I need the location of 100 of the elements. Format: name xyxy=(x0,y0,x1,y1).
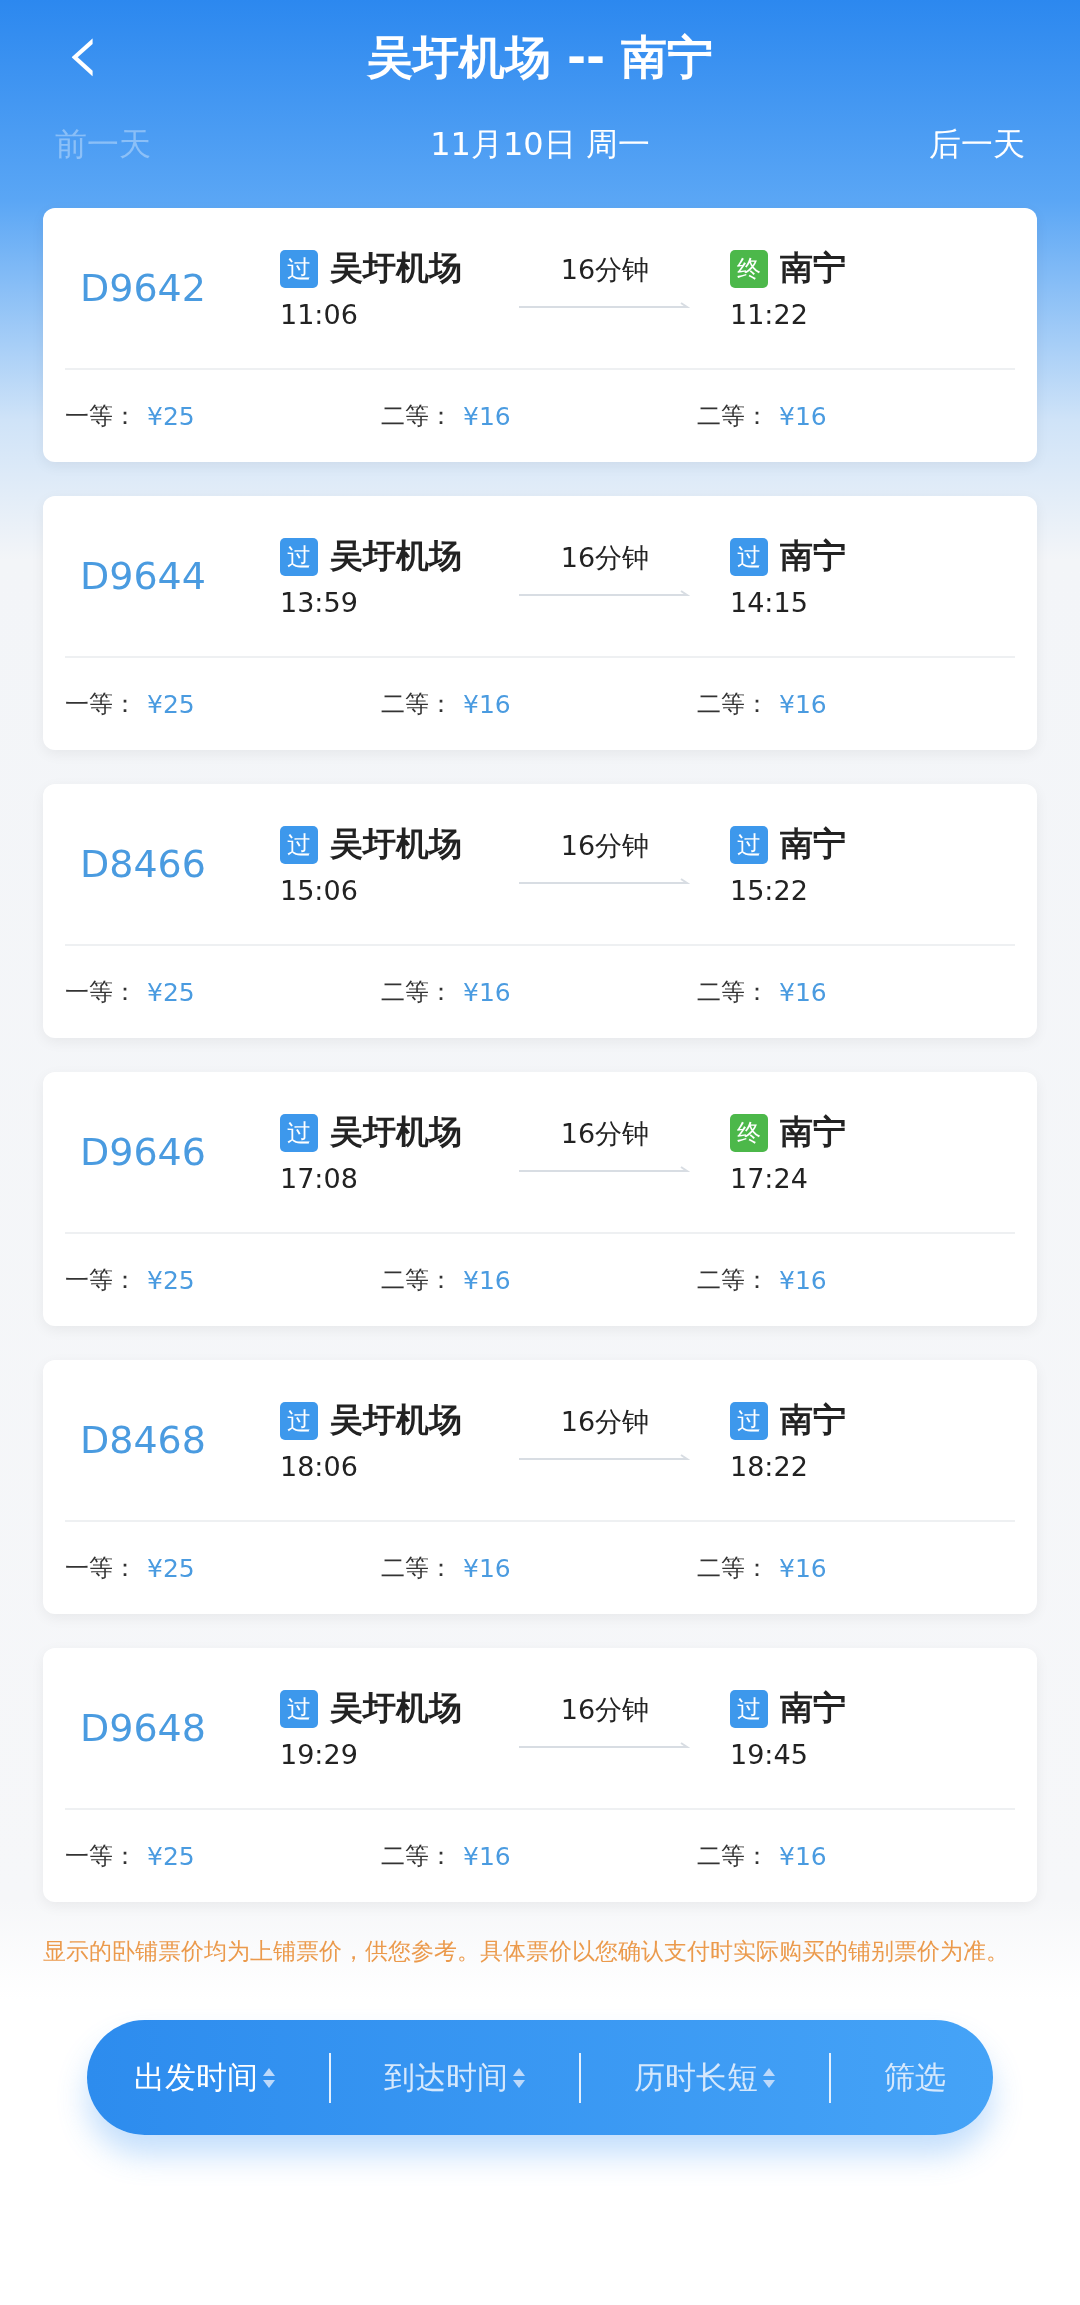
seat-class: 二等： xyxy=(381,401,453,432)
seat-class: 一等： xyxy=(65,401,137,432)
departure-time: 18:06 xyxy=(280,1451,359,1482)
ticket-price: ¥16 xyxy=(779,977,827,1007)
seat-class: 二等： xyxy=(697,1553,769,1584)
seat-class: 一等： xyxy=(65,1265,137,1296)
train-card[interactable]: D9646 过 吴圩机场 17:08 16分钟 终 南宁 17:24 一等： ¥25 二等： ¥16 二等： ¥16 xyxy=(43,1072,1037,1326)
train-card[interactable]: D9644 过 吴圩机场 13:59 16分钟 过 南宁 14:15 一等： ¥25 二等： ¥16 二等： ¥16 xyxy=(43,496,1037,750)
sort-option[interactable]: 历时长短 xyxy=(634,2056,777,2099)
arrival-time: 15:22 xyxy=(730,875,809,906)
seat-class: 一等： xyxy=(65,689,137,720)
departure-time: 15:06 xyxy=(280,875,359,906)
sort-option[interactable]: 出发时间 xyxy=(133,2056,276,2099)
seat-class: 二等： xyxy=(697,1265,769,1296)
stop-tag: 过 xyxy=(280,537,318,576)
sort-option[interactable]: 筛选 xyxy=(884,2056,947,2099)
arrival-time: 11:22 xyxy=(730,299,809,330)
station-name: 吴圩机场 xyxy=(330,1687,462,1729)
stop-tag: 过 xyxy=(280,1689,318,1728)
train-card[interactable]: D9648 过 吴圩机场 19:29 16分钟 过 南宁 19:45 一等： ¥25 二等： ¥16 二等： ¥16 xyxy=(43,1648,1037,1902)
arrival-time: 18:22 xyxy=(730,1451,809,1482)
sort-option[interactable]: 到达时间 xyxy=(383,2056,526,2099)
ticket-price: ¥25 xyxy=(147,1265,195,1295)
ticket-price: ¥16 xyxy=(463,1553,511,1583)
station-name: 南宁 xyxy=(780,1111,846,1153)
ticket-price: ¥25 xyxy=(147,689,195,719)
back-button[interactable]: ‹ xyxy=(65,8,101,98)
stop-tag: 过 xyxy=(280,825,318,864)
train-number: D9648 xyxy=(79,1706,207,1750)
seat-class: 二等： xyxy=(381,1841,453,1872)
ticket-price: ¥25 xyxy=(147,401,195,431)
seat-class: 二等： xyxy=(381,977,453,1008)
sort-icon xyxy=(261,2066,276,2089)
ticket-price: ¥16 xyxy=(463,977,511,1007)
train-card[interactable]: D8466 过 吴圩机场 15:06 16分钟 过 南宁 15:22 一等： ¥25 二等： ¥16 二等： ¥16 xyxy=(43,784,1037,1038)
station-name: 南宁 xyxy=(780,1687,846,1729)
station-name: 吴圩机场 xyxy=(330,535,462,577)
ticket-price: ¥25 xyxy=(147,1553,195,1583)
seat-class: 二等： xyxy=(381,1553,453,1584)
train-number: D8468 xyxy=(79,1418,207,1462)
price-note: 显示的卧铺票价均为上铺票价，供您参考。具体票价以您确认支付时实际购买的铺别票价为准。 xyxy=(43,1937,1010,1966)
ticket-price: ¥16 xyxy=(463,401,511,431)
stop-tag: 过 xyxy=(730,1401,768,1440)
train-number: D9644 xyxy=(79,554,207,598)
station-name: 南宁 xyxy=(780,1399,846,1441)
sort-icon xyxy=(511,2066,526,2089)
stop-tag: 终 xyxy=(730,249,768,288)
ticket-price: ¥16 xyxy=(463,1265,511,1295)
arrival-time: 14:15 xyxy=(730,587,809,618)
train-number: D9646 xyxy=(79,1130,207,1174)
station-name: 吴圩机场 xyxy=(330,823,462,865)
departure-time: 11:06 xyxy=(280,299,359,330)
train-card[interactable]: D9642 过 吴圩机场 11:06 16分钟 终 南宁 11:22 一等： ¥25 二等： ¥16 二等： ¥16 xyxy=(43,208,1037,462)
route-title: 吴圩机场 -- 南宁 xyxy=(366,28,714,86)
duration-label: 16分钟 xyxy=(560,541,650,575)
seat-class: 二等： xyxy=(697,977,769,1008)
train-card[interactable]: D8468 过 吴圩机场 18:06 16分钟 过 南宁 18:22 一等： ¥25 二等： ¥16 二等： ¥16 xyxy=(43,1360,1037,1614)
duration-label: 16分钟 xyxy=(560,253,650,287)
seat-class: 二等： xyxy=(697,401,769,432)
stop-tag: 过 xyxy=(730,825,768,864)
stop-tag: 过 xyxy=(280,249,318,288)
duration-label: 16分钟 xyxy=(560,1117,650,1151)
seat-class: 二等： xyxy=(381,689,453,720)
seat-class: 一等： xyxy=(65,1841,137,1872)
station-name: 吴圩机场 xyxy=(330,1111,462,1153)
ticket-price: ¥16 xyxy=(463,1841,511,1871)
seat-class: 一等： xyxy=(65,977,137,1008)
ticket-price: ¥16 xyxy=(779,1841,827,1871)
ticket-price: ¥16 xyxy=(463,689,511,719)
seat-class: 二等： xyxy=(381,1265,453,1296)
stop-tag: 过 xyxy=(280,1113,318,1152)
ticket-price: ¥25 xyxy=(147,1841,195,1871)
departure-time: 13:59 xyxy=(280,587,359,618)
duration-label: 16分钟 xyxy=(560,829,650,863)
station-name: 吴圩机场 xyxy=(330,1399,462,1441)
train-number: D9642 xyxy=(79,266,207,310)
seat-class: 一等： xyxy=(65,1553,137,1584)
arrival-time: 17:24 xyxy=(730,1163,809,1194)
seat-class: 二等： xyxy=(697,689,769,720)
station-name: 南宁 xyxy=(780,535,846,577)
arrival-time: 19:45 xyxy=(730,1739,809,1770)
ticket-price: ¥25 xyxy=(147,977,195,1007)
stop-tag: 终 xyxy=(730,1113,768,1152)
duration-label: 16分钟 xyxy=(560,1405,650,1439)
seat-class: 二等： xyxy=(697,1841,769,1872)
stop-tag: 过 xyxy=(280,1401,318,1440)
ticket-price: ¥16 xyxy=(779,401,827,431)
ticket-price: ¥16 xyxy=(779,1265,827,1295)
departure-time: 19:29 xyxy=(280,1739,359,1770)
station-name: 吴圩机场 xyxy=(330,247,462,289)
sort-icon xyxy=(762,2066,777,2089)
next-day-button[interactable]: 后一天 xyxy=(929,123,1025,167)
ticket-price: ¥16 xyxy=(779,689,827,719)
duration-label: 16分钟 xyxy=(560,1693,650,1727)
date-label: 11月10日 周一 xyxy=(430,124,650,165)
departure-time: 17:08 xyxy=(280,1163,359,1194)
station-name: 南宁 xyxy=(780,823,846,865)
stop-tag: 过 xyxy=(730,1689,768,1728)
stop-tag: 过 xyxy=(730,537,768,576)
station-name: 南宁 xyxy=(780,247,846,289)
